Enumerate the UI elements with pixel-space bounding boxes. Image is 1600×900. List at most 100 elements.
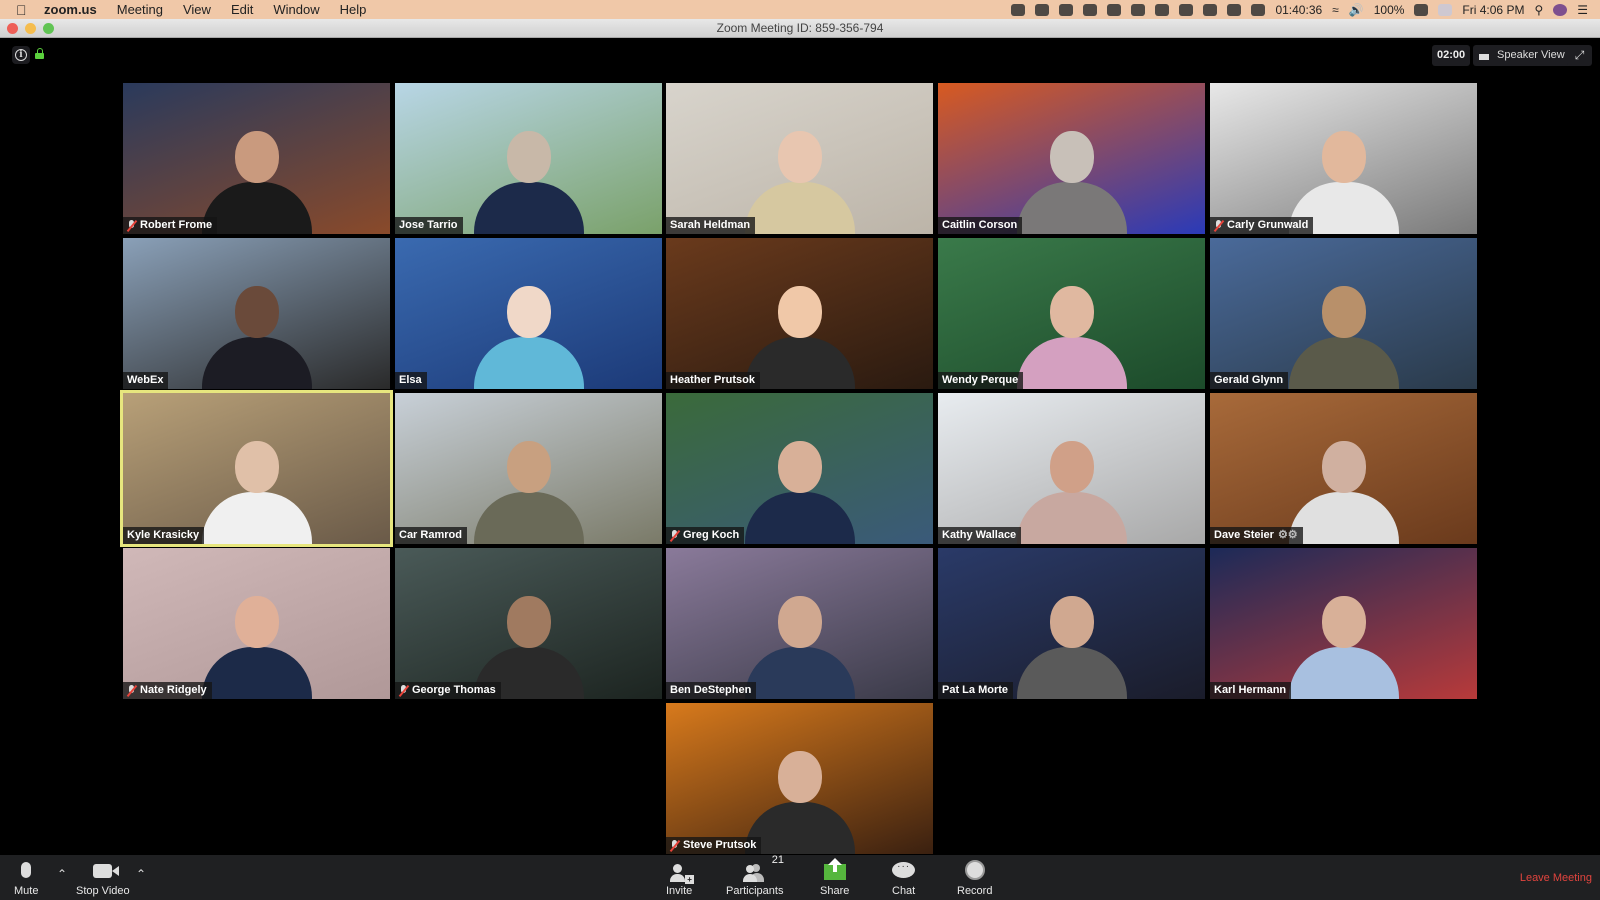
network-status-icon[interactable] — [1227, 3, 1242, 16]
maximize-window-button[interactable] — [43, 23, 54, 34]
notification-center-icon[interactable]: ☰ — [1577, 3, 1588, 17]
audio-options-chevron-icon[interactable]: ⌃ — [57, 867, 67, 881]
participant-name: WebEx — [127, 374, 164, 386]
participant-name-label: Heather Prutsok — [666, 372, 760, 389]
participant-video-tile[interactable]: Caitlin Corson — [938, 83, 1205, 234]
participant-name: Karl Hermann — [1214, 684, 1287, 696]
participant-video-tile[interactable]: Karl Hermann — [1210, 548, 1477, 699]
spotlight-search-icon[interactable]: ⚲ — [1534, 3, 1543, 17]
menu-help[interactable]: Help — [340, 2, 367, 17]
chat-button[interactable]: ··· Chat — [892, 858, 916, 898]
battery-icon[interactable] — [1414, 3, 1429, 16]
muted-microphone-icon — [669, 839, 681, 852]
close-window-button[interactable] — [7, 23, 18, 34]
participant-name: Jose Tarrio — [399, 219, 458, 231]
participant-video-tile[interactable]: Wendy Perque — [938, 238, 1205, 389]
participant-video-tile[interactable]: George Thomas — [395, 548, 662, 699]
participant-video-feed — [1288, 429, 1399, 544]
participant-video-tile[interactable]: Elsa — [395, 238, 662, 389]
participant-name-label: Elsa — [395, 372, 427, 389]
participant-video-feed — [1288, 274, 1399, 389]
app-status-icon[interactable] — [1011, 3, 1026, 16]
clock[interactable]: Fri 4:06 PM — [1462, 3, 1524, 17]
sync-status-icon[interactable] — [1035, 3, 1050, 16]
participant-video-feed — [1016, 429, 1127, 544]
stop-video-button[interactable]: Stop Video — [76, 858, 130, 897]
leave-meeting-button[interactable]: Leave Meeting — [1520, 872, 1592, 884]
participant-video-tile[interactable]: Jose Tarrio — [395, 83, 662, 234]
circle-status-icon[interactable] — [1083, 3, 1098, 16]
participant-name: Nate Ridgely — [140, 684, 207, 696]
menu-meeting[interactable]: Meeting — [117, 2, 163, 17]
participant-video-tile[interactable]: Steve Prutsok — [666, 703, 933, 854]
participant-video-feed — [473, 429, 584, 544]
participant-video-feed — [744, 584, 855, 699]
fullscreen-button[interactable]: ⤢ — [1567, 45, 1592, 66]
menu-window[interactable]: Window — [273, 2, 319, 17]
wifi-icon[interactable]: ≈ — [1332, 3, 1339, 17]
participant-video-tile[interactable]: Dave Steier ⚙⚙ — [1210, 393, 1477, 544]
flag-input-icon[interactable] — [1438, 3, 1453, 16]
battery-percent: 100% — [1373, 2, 1405, 17]
menu-app-name[interactable]: zoom.us — [44, 2, 97, 17]
cup-status-icon[interactable] — [1155, 3, 1170, 16]
battery-meter-icon[interactable] — [1251, 3, 1266, 16]
participant-name: Caitlin Corson — [942, 219, 1018, 231]
record-button[interactable]: Record — [957, 858, 992, 897]
participant-video-tile[interactable]: Carly Grunwald — [1210, 83, 1477, 234]
participant-name-label: Dave Steier ⚙⚙ — [1210, 527, 1303, 544]
invite-button[interactable]: + Invite — [666, 858, 695, 897]
participant-name-label: Gerald Glynn — [1210, 372, 1289, 389]
window-title: Zoom Meeting ID: 859-356-794 — [716, 21, 884, 35]
participant-video-tile[interactable]: Pat La Morte — [938, 548, 1205, 699]
window-titlebar: Zoom Meeting ID: 859-356-794 — [0, 19, 1600, 38]
mute-button[interactable]: Mute — [14, 858, 38, 897]
video-options-chevron-icon[interactable]: ⌃ — [136, 867, 146, 881]
participant-video-tile[interactable]: Sarah Heldman — [666, 83, 933, 234]
siri-icon[interactable] — [1553, 3, 1568, 16]
menu-view[interactable]: View — [183, 2, 211, 17]
participant-video-feed — [201, 119, 312, 234]
invite-label: Invite — [666, 885, 693, 897]
cloud-status-icon[interactable] — [1059, 3, 1074, 16]
encryption-lock-icon[interactable] — [35, 48, 44, 59]
speaker-view-button[interactable]: Speaker View — [1473, 45, 1573, 66]
speaker-view-icon — [1479, 51, 1489, 60]
menu-edit[interactable]: Edit — [231, 2, 253, 17]
chat-bubble-icon: ··· — [892, 862, 916, 878]
participant-video-tile[interactable]: Car Ramrod — [395, 393, 662, 544]
arrows-status-icon[interactable] — [1179, 3, 1194, 16]
apple-icon[interactable]:  — [16, 2, 30, 18]
participant-video-tile[interactable]: Kyle Krasicky — [120, 390, 393, 547]
participant-video-tile[interactable]: Kathy Wallace — [938, 393, 1205, 544]
meeting-info-button[interactable]: i — [12, 46, 30, 64]
participant-video-feed — [1016, 119, 1127, 234]
participant-name: Pat La Morte — [942, 684, 1009, 696]
html5-status-icon[interactable] — [1203, 3, 1218, 16]
participant-video-tile[interactable]: Nate Ridgely — [123, 548, 390, 699]
participant-video-tile[interactable]: Gerald Glynn — [1210, 238, 1477, 389]
share-button[interactable]: Share — [820, 858, 849, 897]
participant-video-feed — [201, 429, 312, 544]
participant-video-tile[interactable]: Robert Frome — [123, 83, 390, 234]
volume-icon[interactable]: 🔊 — [1349, 3, 1364, 17]
participant-video-tile[interactable]: Greg Koch — [666, 393, 933, 544]
minimize-window-button[interactable] — [25, 23, 36, 34]
participant-name-label: Carly Grunwald — [1210, 217, 1314, 234]
participant-video-tile[interactable]: Ben DeStephen — [666, 548, 933, 699]
muted-microphone-icon — [1213, 219, 1225, 232]
participant-video-tile[interactable]: Heather Prutsok — [666, 238, 933, 389]
chat-label: Chat — [892, 885, 916, 897]
muted-microphone-icon — [669, 529, 681, 542]
keynote-status-icon[interactable] — [1131, 3, 1146, 16]
evernote-status-icon[interactable] — [1107, 3, 1122, 16]
record-label: Record — [957, 885, 993, 897]
participant-video-tile[interactable]: WebEx — [123, 238, 390, 389]
share-label: Share — [820, 885, 850, 897]
participant-name-label: Pat La Morte — [938, 682, 1014, 699]
participant-name-label: Caitlin Corson — [938, 217, 1023, 234]
participant-video-feed — [1016, 274, 1127, 389]
participant-video-feed — [201, 274, 312, 389]
participants-button[interactable]: 21 Participants — [726, 854, 784, 897]
participant-name-label: WebEx — [123, 372, 169, 389]
